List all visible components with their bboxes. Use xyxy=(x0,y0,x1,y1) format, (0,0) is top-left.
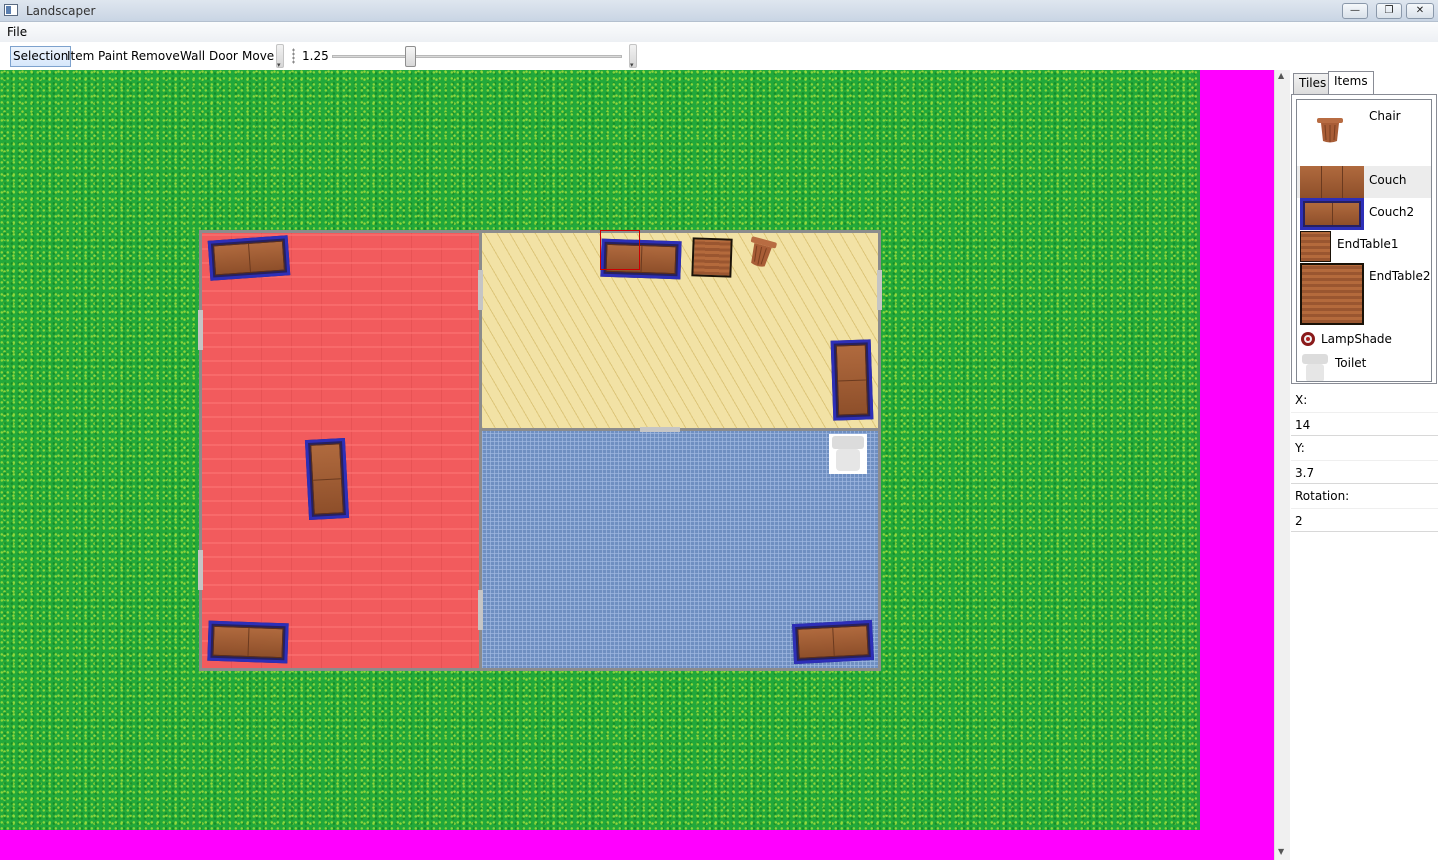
menu-file[interactable]: File xyxy=(7,25,27,39)
list-item-label: Couch xyxy=(1369,173,1407,187)
mode-item-button[interactable]: Item xyxy=(64,46,97,67)
mode-wall-button[interactable]: Wall xyxy=(177,46,208,67)
wall-middle[interactable] xyxy=(480,428,880,431)
x-label: X: xyxy=(1295,393,1308,407)
tab-tiles[interactable]: Tiles xyxy=(1293,73,1333,94)
rotation-field[interactable]: 2 xyxy=(1291,508,1438,532)
couch2-item[interactable] xyxy=(304,438,350,520)
toolbar: Selection Item Paint Remove Wall Door Mo… xyxy=(0,42,1438,70)
couch2-item[interactable] xyxy=(207,620,289,664)
door-middle[interactable] xyxy=(640,427,680,432)
couch2-item[interactable] xyxy=(207,235,291,281)
minimize-button[interactable]: — xyxy=(1342,3,1368,19)
x-field[interactable]: 14 xyxy=(1291,412,1438,436)
lampshade-icon xyxy=(1300,331,1316,347)
endtable-item[interactable] xyxy=(691,237,733,278)
list-item-label: Toilet xyxy=(1335,356,1367,370)
y-label: Y: xyxy=(1295,441,1305,455)
map-canvas[interactable] xyxy=(0,70,1274,860)
wall-top[interactable] xyxy=(199,230,881,233)
toolbar-overflow-grip[interactable] xyxy=(276,44,284,69)
couch2-icon xyxy=(1300,198,1364,230)
chair-icon xyxy=(1315,116,1345,146)
toolbar-drag-handle[interactable] xyxy=(292,48,295,64)
list-item-label: Couch2 xyxy=(1369,205,1415,219)
list-item-label: EndTable2 xyxy=(1369,269,1431,283)
list-item-endtable2[interactable]: EndTable2 xyxy=(1297,262,1431,326)
list-item-label: Chair xyxy=(1369,109,1401,123)
door-center-lower[interactable] xyxy=(478,590,483,630)
zoom-slider-thumb[interactable] xyxy=(405,46,416,67)
title-bar: Landscaper — ❐ ✕ xyxy=(0,0,1438,22)
menu-bar: File xyxy=(0,22,1438,42)
scroll-up-arrow-icon[interactable]: ▲ xyxy=(1278,71,1284,80)
scroll-down-arrow-icon[interactable]: ▼ xyxy=(1278,847,1284,856)
side-panel: Tiles Items Chair Couch Couch2 EndTable1… xyxy=(1290,70,1438,860)
list-item-couch2[interactable]: Couch2 xyxy=(1297,198,1431,230)
close-button[interactable]: ✕ xyxy=(1406,3,1434,19)
app-icon xyxy=(4,4,18,16)
list-item-lampshade[interactable]: LampShade xyxy=(1297,328,1431,352)
rotation-label: Rotation: xyxy=(1295,489,1350,503)
items-list[interactable]: Chair Couch Couch2 EndTable1 EndTable2 L… xyxy=(1296,99,1432,382)
toolbar-overflow-grip-2[interactable] xyxy=(629,44,637,69)
mode-selection-button[interactable]: Selection xyxy=(10,46,72,67)
list-item-label: LampShade xyxy=(1321,332,1392,346)
canvas-vertical-scrollbar[interactable] xyxy=(1274,70,1290,860)
y-field[interactable]: 3.7 xyxy=(1291,460,1438,484)
endtable2-icon xyxy=(1300,263,1364,325)
toilet-icon xyxy=(1300,354,1330,381)
list-item-label: EndTable1 xyxy=(1337,237,1399,251)
list-item-chair[interactable]: Chair xyxy=(1297,100,1431,164)
couch-icon xyxy=(1300,166,1364,198)
zoom-value: 1.25 xyxy=(302,49,329,63)
mode-door-button[interactable]: Door xyxy=(206,46,241,67)
chair-item[interactable] xyxy=(744,236,778,270)
mode-paint-button[interactable]: Paint xyxy=(95,46,131,67)
mode-move-button[interactable]: Move xyxy=(239,46,277,67)
list-item-toilet[interactable]: Toilet xyxy=(1297,352,1431,381)
wall-left[interactable] xyxy=(199,230,202,671)
wall-bottom[interactable] xyxy=(199,668,881,671)
toilet-item[interactable] xyxy=(829,434,867,474)
mode-remove-button[interactable]: Remove xyxy=(128,46,183,67)
items-panel: Chair Couch Couch2 EndTable1 EndTable2 L… xyxy=(1291,94,1437,384)
door-left-upper[interactable] xyxy=(198,310,203,350)
endtable1-icon xyxy=(1300,231,1331,262)
selection-box xyxy=(600,230,640,270)
door-right[interactable] xyxy=(877,270,882,310)
door-center-upper[interactable] xyxy=(478,270,483,310)
window-title: Landscaper xyxy=(26,4,96,18)
list-item-couch[interactable]: Couch xyxy=(1297,166,1431,198)
list-item-endtable1[interactable]: EndTable1 xyxy=(1297,230,1431,262)
door-left-lower[interactable] xyxy=(198,550,203,590)
tab-items[interactable]: Items xyxy=(1328,71,1374,95)
maximize-button[interactable]: ❐ xyxy=(1376,3,1402,19)
zoom-slider[interactable] xyxy=(332,55,622,58)
couch2-item[interactable] xyxy=(830,339,874,421)
couch2-item[interactable] xyxy=(792,619,874,665)
